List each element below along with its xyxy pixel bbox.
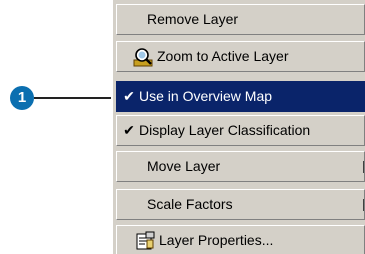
menu-item-layer-properties[interactable]: Layer Properties... bbox=[116, 225, 365, 254]
menu-item-scale-factors[interactable]: Scale Factors bbox=[116, 189, 365, 220]
menu-item-use-in-overview-map[interactable]: ✔ Use in Overview Map bbox=[116, 81, 365, 112]
menu-item-display-layer-classification[interactable]: ✔ Display Layer Classification bbox=[116, 115, 365, 146]
menu-item-label: Scale Factors bbox=[147, 196, 233, 212]
callout-number-badge: 1 bbox=[10, 86, 34, 110]
layer-properties-icon bbox=[135, 231, 155, 251]
checkmark-icon: ✔ bbox=[123, 88, 135, 104]
screenshot-stage: 1 Remove Layer Zoom to Active Layer ✔ Us… bbox=[0, 0, 365, 254]
menu-item-label: Zoom to Active Layer bbox=[157, 48, 289, 64]
menu-item-remove-layer[interactable]: Remove Layer bbox=[116, 4, 365, 35]
menu-item-move-layer[interactable]: Move Layer bbox=[116, 151, 365, 182]
checkmark-icon: ✔ bbox=[123, 122, 135, 138]
callout-leader-line bbox=[34, 97, 111, 99]
menu-item-label: Display Layer Classification bbox=[139, 122, 311, 138]
menu-item-zoom-to-active-layer[interactable]: Zoom to Active Layer bbox=[116, 41, 365, 72]
menu-item-label: Remove Layer bbox=[147, 11, 239, 27]
menu-item-label: Move Layer bbox=[147, 158, 221, 174]
menu-item-label: Layer Properties... bbox=[159, 232, 274, 248]
menu-item-label: Use in Overview Map bbox=[139, 88, 273, 104]
zoom-magnifier-icon bbox=[133, 47, 153, 67]
layer-context-menu: Remove Layer Zoom to Active Layer ✔ Use … bbox=[113, 0, 365, 254]
